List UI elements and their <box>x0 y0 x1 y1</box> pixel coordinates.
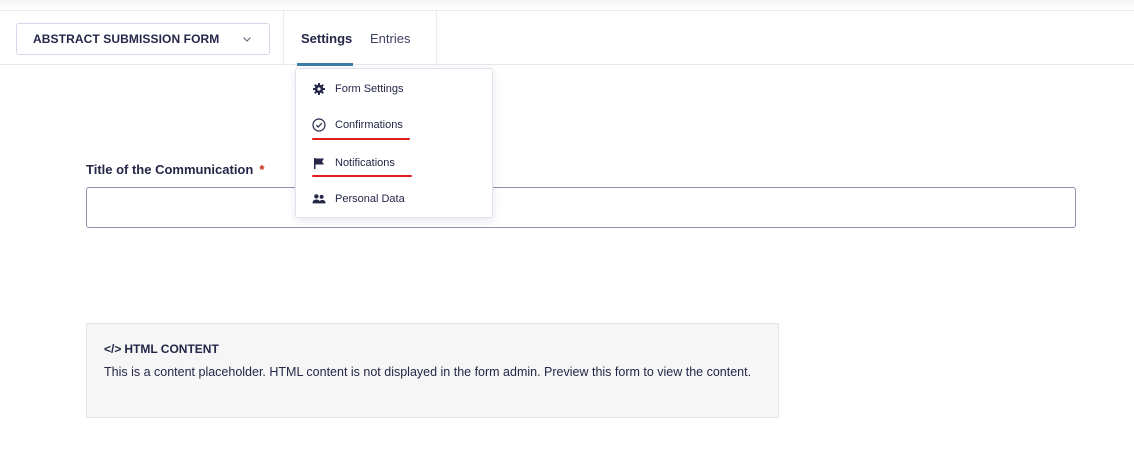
settings-dropdown-menu: Form Settings Confirmations Notification… <box>295 68 493 218</box>
users-icon <box>312 192 326 206</box>
title-input[interactable] <box>86 187 1076 228</box>
form-selector[interactable]: ABSTRACT SUBMISSION FORM <box>16 23 270 55</box>
menu-item-label: Personal Data <box>335 193 405 205</box>
menu-item-label: Form Settings <box>335 83 404 95</box>
flag-icon <box>312 156 326 170</box>
html-content-block[interactable]: </> HTML CONTENT This is a content place… <box>86 323 779 418</box>
toolbar-divider <box>283 11 284 66</box>
html-content-description: This is a content placeholder. HTML cont… <box>104 365 752 379</box>
tab-settings[interactable]: Settings <box>301 31 352 46</box>
menu-item-label: Notifications <box>335 157 395 169</box>
top-shade <box>0 0 1134 10</box>
menu-item-notifications[interactable]: Notifications <box>312 153 395 173</box>
menu-item-personal-data[interactable]: Personal Data <box>312 189 405 209</box>
menu-item-form-settings[interactable]: Form Settings <box>312 79 403 99</box>
menu-item-label: Confirmations <box>335 119 403 131</box>
active-tab-indicator <box>297 63 353 66</box>
top-toolbar: ABSTRACT SUBMISSION FORM Settings Entrie… <box>0 10 1134 66</box>
highlight-underline <box>312 175 412 177</box>
gear-icon <box>312 82 326 96</box>
highlight-underline <box>312 138 410 140</box>
check-circle-icon <box>312 118 326 132</box>
tab-entries[interactable]: Entries <box>370 31 410 46</box>
field-label-text: Title of the Communication <box>86 162 254 177</box>
form-selector-value: ABSTRACT SUBMISSION FORM <box>33 32 220 46</box>
html-content-title-text: HTML CONTENT <box>124 342 219 356</box>
toolbar-divider <box>436 11 437 66</box>
menu-item-confirmations[interactable]: Confirmations <box>312 115 403 135</box>
html-content-title: </> HTML CONTENT <box>104 342 219 356</box>
required-marker: * <box>259 162 265 177</box>
code-icon: </> <box>104 342 122 356</box>
field-label: Title of the Communication * <box>86 162 264 177</box>
chevron-down-icon <box>243 37 251 42</box>
